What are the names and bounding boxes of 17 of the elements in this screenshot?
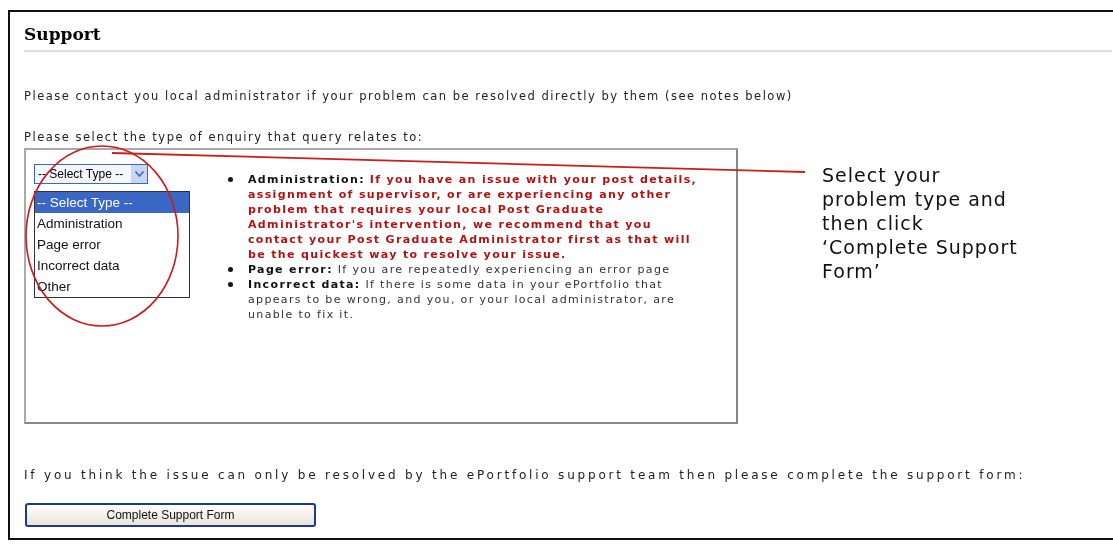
- bullet-icon: [228, 267, 233, 272]
- bullet-icon: [228, 177, 233, 182]
- annotation-text: Select your problem type and then click ‘Complete Support Form’: [822, 163, 1019, 283]
- enquiry-select[interactable]: -- Select Type --: [34, 164, 148, 184]
- dropdown-option[interactable]: Page error: [35, 234, 189, 255]
- prompt-text: Please select the type of enquiry that query relates to:: [24, 130, 425, 144]
- closing-text: If you think the issue can only be resolved by the ePortfolio support team then please complete the support form:: [24, 468, 1027, 482]
- note-text: Incorrect data: If there is some data in your ePortfolio that appears to be wrong, and you, or your local administrator, are unable to fix it.: [248, 277, 677, 322]
- dropdown-option[interactable]: Administration: [35, 213, 189, 234]
- dropdown-option[interactable]: Incorrect data: [35, 255, 189, 276]
- dropdown-option[interactable]: -- Select Type --: [35, 192, 189, 213]
- note-text: Page error: If you are repeatedly experiencing an error page: [248, 262, 671, 277]
- page-title: Support: [24, 24, 1112, 52]
- intro-text: Please contact you local administrator if your problem can be resolved directly by them (see notes below): [24, 89, 794, 103]
- note-text: Administration: If you have an issue with your post details, assignment of supervisor, or are experiencing any other problem that requires your local Post Graduate Administrator's intervention, we recommend that you contact your Post Graduate Administrator first as that will be the quickest way to resolve your issue.: [248, 172, 698, 262]
- complete-support-form-button[interactable]: Complete Support Form: [25, 503, 316, 527]
- bullet-icon: [228, 282, 233, 287]
